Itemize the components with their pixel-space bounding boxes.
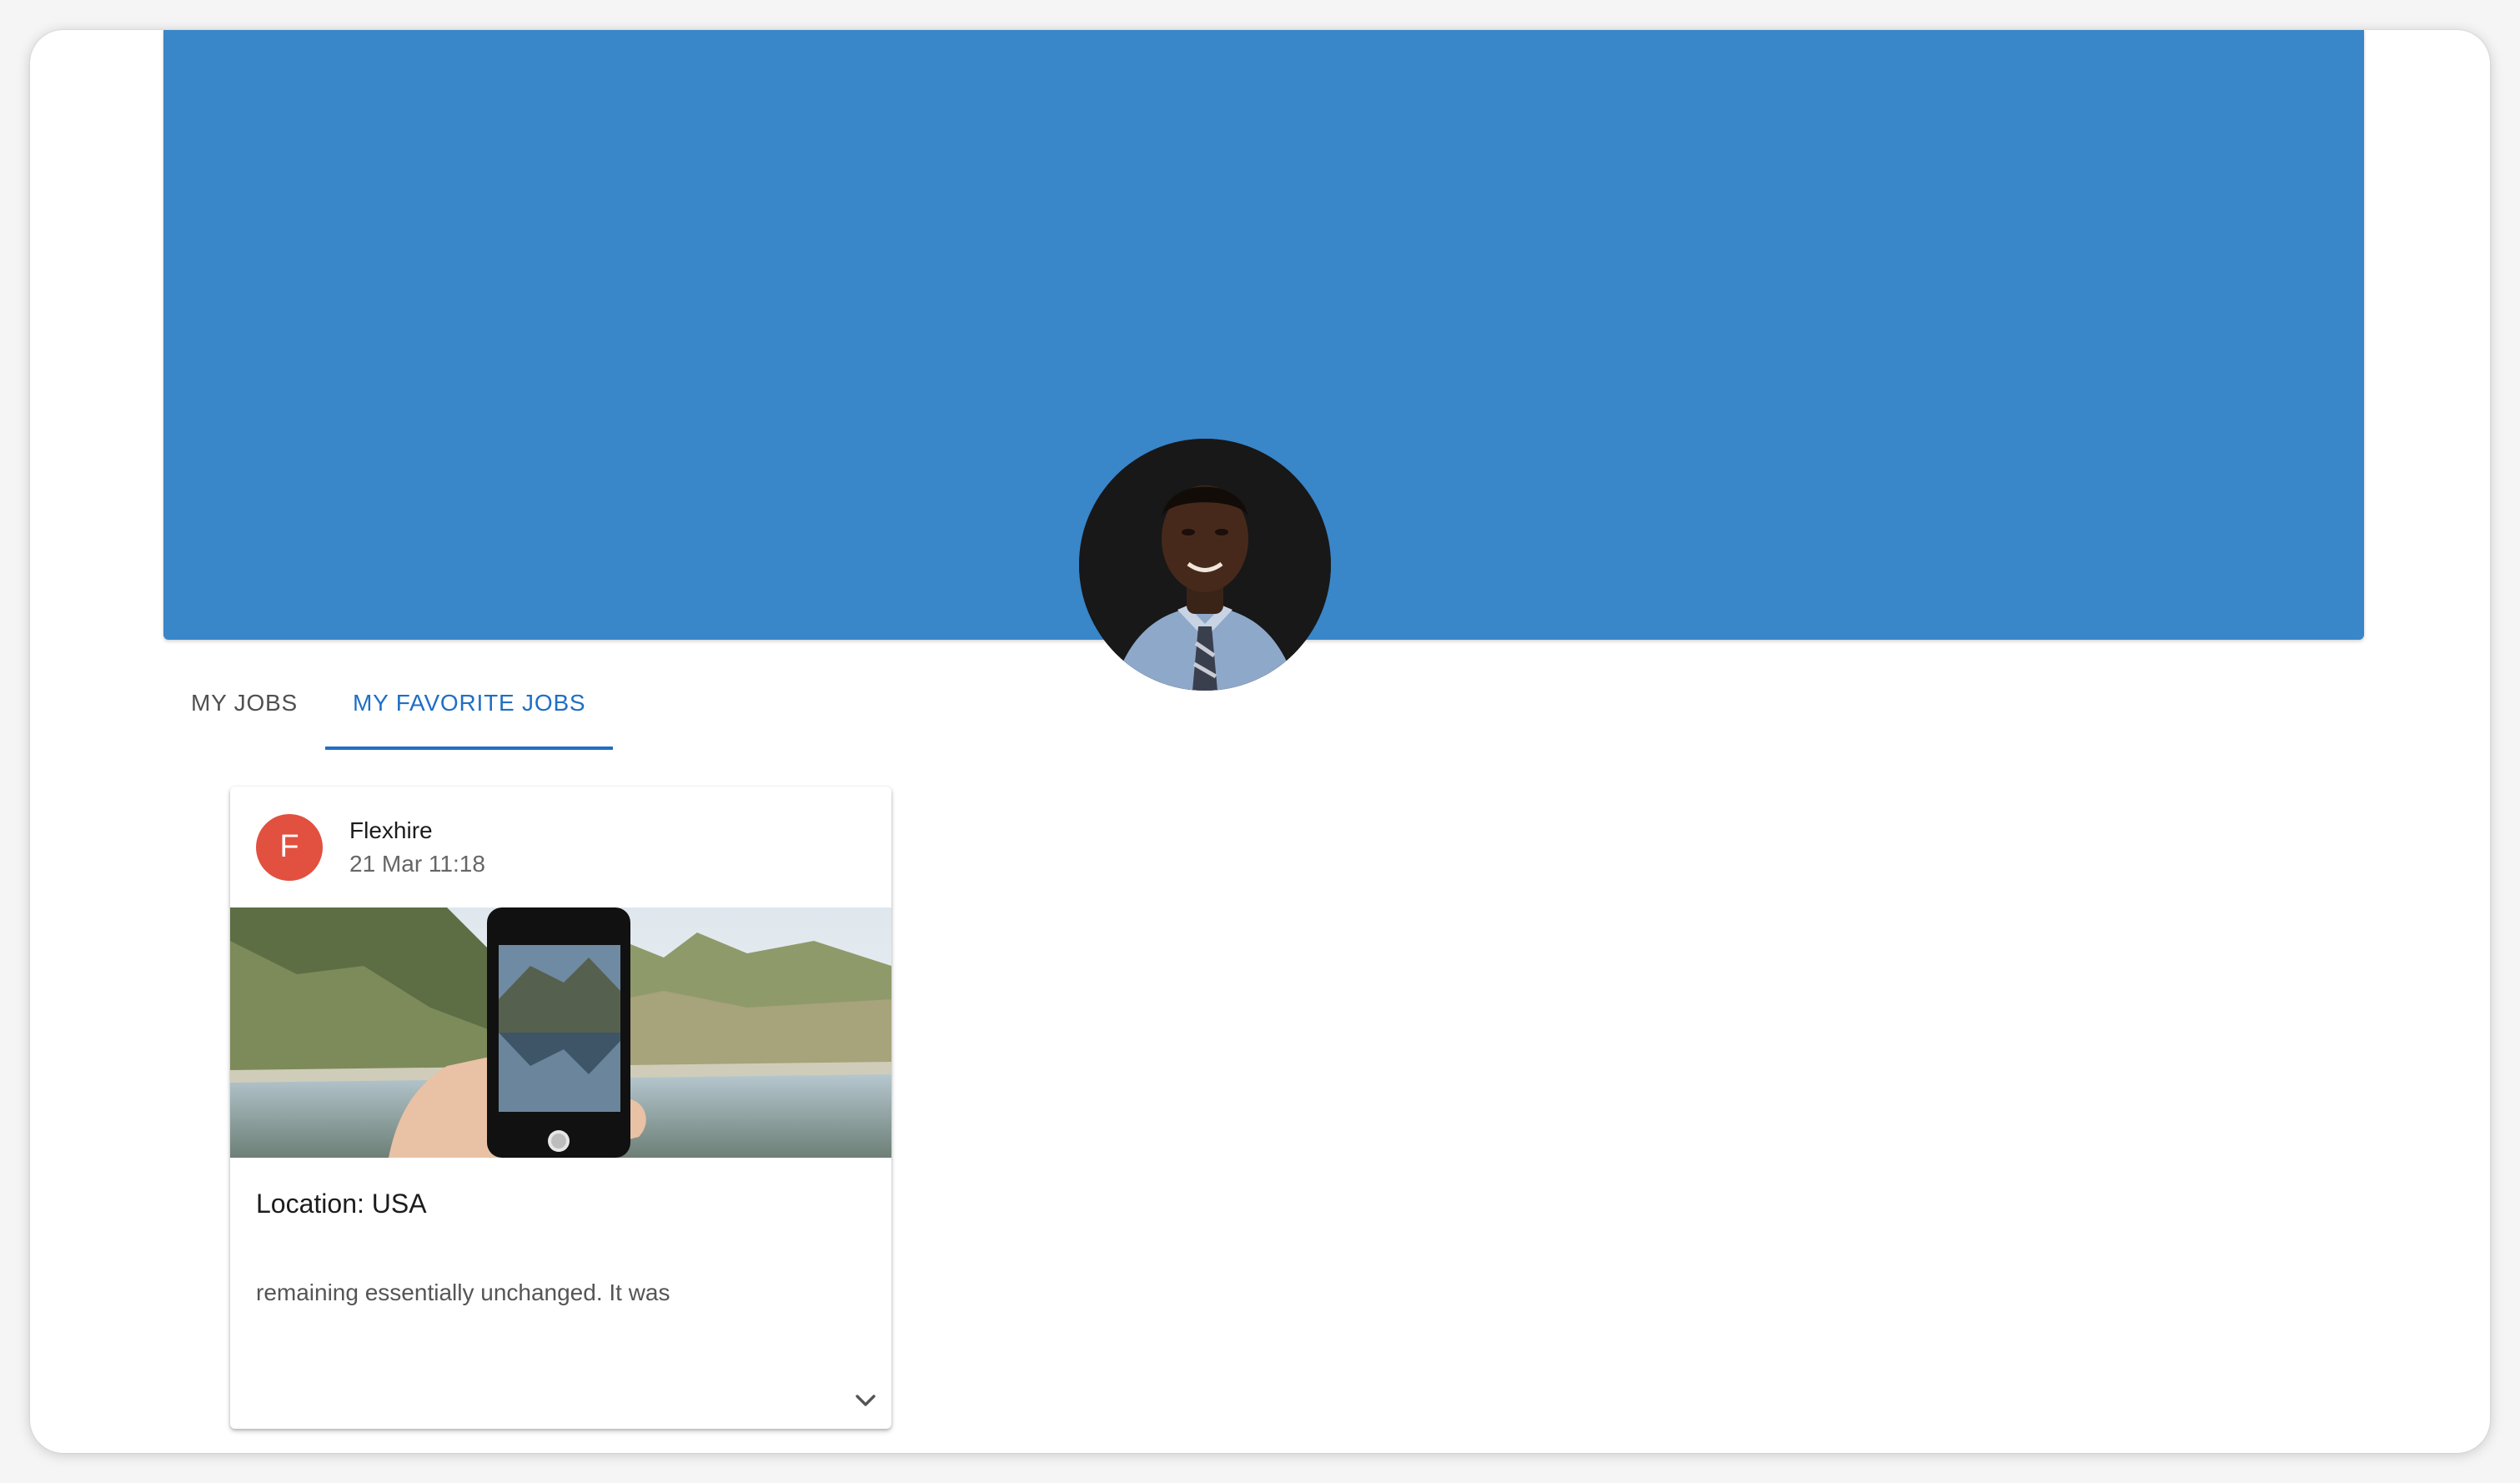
profile-tabs: MY JOBS MY FAVORITE JOBS <box>163 656 614 750</box>
card-header-text: Flexhire 21 Mar 11:18 <box>349 817 485 877</box>
tab-my-favorite-jobs[interactable]: MY FAVORITE JOBS <box>325 656 614 750</box>
company-name: Flexhire <box>349 817 433 843</box>
job-description: remaining essentially unchanged. It was <box>256 1279 670 1305</box>
phone-landscape-photo-icon <box>230 907 891 1158</box>
company-avatar: F <box>256 813 323 881</box>
job-card[interactable]: F Flexhire 21 Mar 11:18 Location: USA re… <box>230 787 891 1429</box>
card-media-image <box>230 907 891 1158</box>
tab-my-jobs[interactable]: MY JOBS <box>163 656 325 750</box>
card-header: F Flexhire 21 Mar 11:18 <box>230 787 891 907</box>
app-window: MY JOBS MY FAVORITE JOBS F Flexhire 21 M… <box>30 30 2490 1453</box>
post-date: 21 Mar 11:18 <box>349 850 485 877</box>
profile-avatar[interactable] <box>1079 439 1331 691</box>
job-location: Location: USA <box>256 1189 427 1219</box>
person-photo-icon <box>1079 439 1331 691</box>
expand-button[interactable] <box>847 1382 884 1419</box>
chevron-down-icon <box>856 1395 876 1406</box>
